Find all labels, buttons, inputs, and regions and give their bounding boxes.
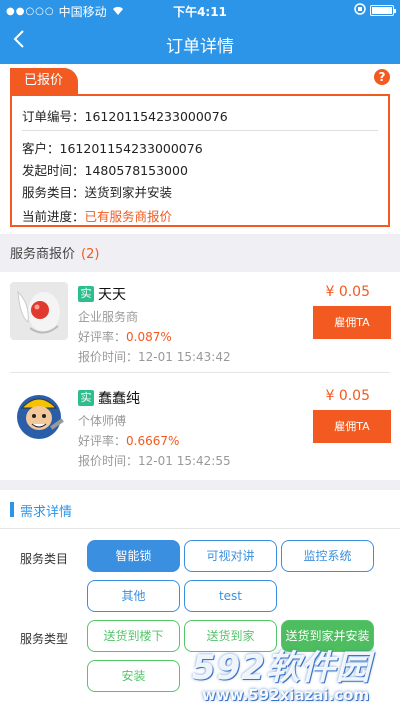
quote-time-value: 12-01 15:42:55	[138, 454, 231, 468]
order-number-value: 161201154233000076	[84, 109, 228, 124]
quote-time: 报价时间：12-01 15:43:42	[78, 348, 231, 365]
quote-price: ¥ 0.05	[325, 388, 370, 404]
help-icon[interactable]: ?	[374, 69, 390, 85]
provider-rating: 好评率：0.087%	[78, 328, 172, 345]
progress-value: 已有服务商报价	[84, 209, 173, 224]
category-chip-smart-lock[interactable]: 智能锁	[87, 540, 180, 572]
provider-type: 企业服务商	[78, 310, 139, 324]
progress-label: 当前进度：	[22, 209, 85, 224]
service-category-value: 送货到家并安装	[84, 185, 173, 200]
battery-icon	[370, 5, 396, 16]
service-category-label: 服务类目：	[22, 185, 85, 200]
rating-label: 好评率：	[78, 330, 127, 344]
nav-bar: 订单详情	[0, 20, 400, 64]
order-number-label: 订单编号：	[22, 109, 85, 124]
service-type-label: 服务类型	[20, 632, 69, 646]
quote-time-label: 报价时间：	[78, 350, 139, 364]
provider-item[interactable]: 实 蠢蠢纯 个体师傅 好评率：0.6667% 报价时间：12-01 15:42:…	[0, 376, 400, 476]
hire-button[interactable]: 雇佣TA	[313, 306, 391, 339]
quotes-header: 服务商报价 (2)	[10, 243, 99, 262]
provider-type: 个体师傅	[78, 414, 127, 428]
provider-quote-list: 实 天天 企业服务商 好评率：0.087% 报价时间：12-01 15:43:4…	[0, 272, 400, 480]
start-time-value: 1480578153000	[84, 163, 188, 178]
section-title: 需求详情	[20, 505, 73, 520]
requirement-details: 需求详情 服务类目 智能锁 可视对讲 监控系统 其他 test 服务类型 送货到…	[0, 490, 400, 711]
quote-price: ¥ 0.05	[325, 284, 370, 300]
order-info-box: 订单编号：161201154233000076 客户：1612011542330…	[10, 94, 390, 227]
customer-value: 161201154233000076	[59, 141, 203, 156]
divider	[0, 528, 400, 529]
verified-badge: 实	[78, 286, 94, 302]
customer-row: 客户：161201154233000076	[22, 138, 203, 157]
type-chip-home-install[interactable]: 送货到家并安装	[281, 620, 374, 652]
start-time-row: 发起时间：1480578153000	[22, 160, 188, 179]
status-tab: 已报价	[10, 68, 78, 94]
hire-button[interactable]: 雇佣TA	[313, 410, 391, 443]
rating-value: 0.087%	[126, 330, 172, 344]
quotes-count: (2)	[81, 247, 100, 262]
status-bar: ●●○○○ 中国移动 下午4:11	[0, 0, 400, 20]
worker-avatar	[10, 386, 68, 444]
quote-time-label: 报价时间：	[78, 454, 139, 468]
type-chip-install[interactable]: 安装	[87, 660, 180, 692]
type-chip-to-home[interactable]: 送货到家	[184, 620, 277, 652]
rating-label: 好评率：	[78, 434, 127, 448]
orientation-lock-icon	[354, 3, 366, 18]
service-category-label: 服务类目	[20, 552, 69, 566]
provider-item[interactable]: 实 天天 企业服务商 好评率：0.087% 报价时间：12-01 15:43:4…	[0, 272, 400, 373]
clown-avatar	[10, 282, 68, 340]
category-chip-test[interactable]: test	[184, 580, 277, 612]
service-category-row: 服务类目：送货到家并安装	[22, 182, 172, 201]
provider-name: 天天	[98, 287, 126, 303]
provider-name: 蠢蠢纯	[98, 391, 140, 407]
rating-value: 0.6667%	[126, 434, 180, 448]
category-chip-monitoring[interactable]: 监控系统	[281, 540, 374, 572]
page-title: 订单详情	[166, 37, 234, 57]
category-chip-video-intercom[interactable]: 可视对讲	[184, 540, 277, 572]
customer-label: 客户：	[22, 141, 60, 156]
category-chip-other[interactable]: 其他	[87, 580, 180, 612]
quotes-header-label: 服务商报价	[10, 247, 76, 262]
quote-time-value: 12-01 15:43:42	[138, 350, 231, 364]
start-time-label: 发起时间：	[22, 163, 85, 178]
order-number-row: 订单编号：161201154233000076	[22, 106, 228, 125]
provider-rating: 好评率：0.6667%	[78, 432, 179, 449]
verified-badge: 实	[78, 390, 94, 406]
divider	[10, 372, 390, 373]
divider	[22, 130, 378, 131]
clock: 下午4:11	[173, 5, 227, 19]
section-marker	[10, 502, 14, 517]
order-card: 已报价 ? 订单编号：161201154233000076 客户：1612011…	[0, 64, 400, 234]
quote-time: 报价时间：12-01 15:42:55	[78, 452, 231, 469]
type-chip-downstairs[interactable]: 送货到楼下	[87, 620, 180, 652]
progress-row: 当前进度：已有服务商报价	[22, 206, 172, 225]
